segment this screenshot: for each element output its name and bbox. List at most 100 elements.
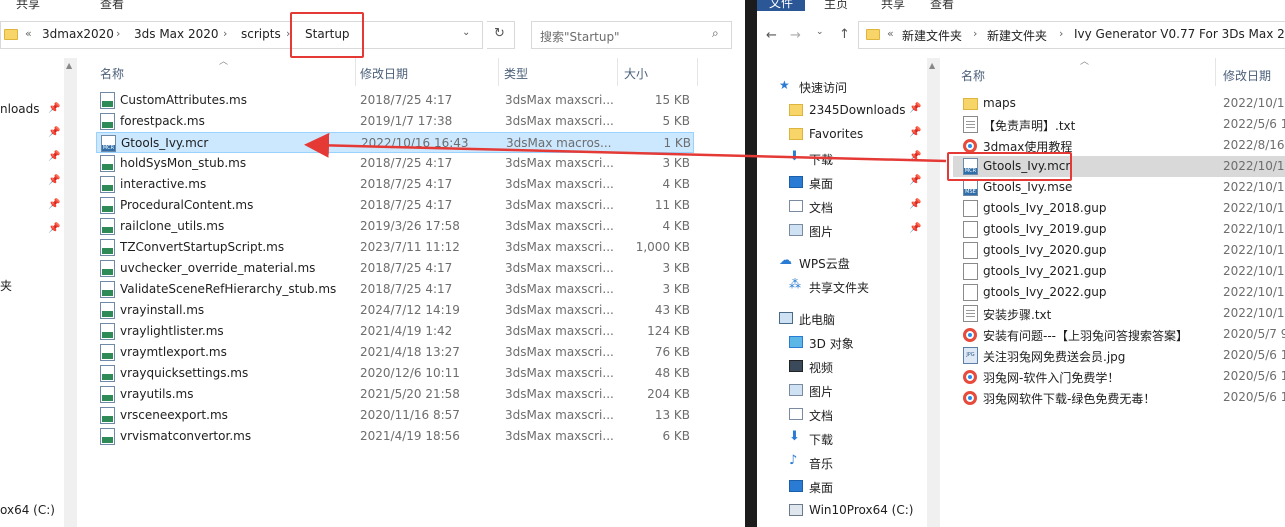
table-row[interactable]: ValidateSceneRefHierarchy_stub.ms 2018/7/… bbox=[96, 279, 694, 300]
nav-item[interactable]: 此电脑 bbox=[779, 307, 927, 331]
left-search-box[interactable]: 搜索"Startup" ⌕ bbox=[531, 21, 732, 49]
table-row[interactable]: uvchecker_override_material.ms 2018/7/25 … bbox=[96, 258, 694, 279]
table-row[interactable]: CustomAttributes.ms 2018/7/25 4:17 3dsMax … bbox=[96, 90, 694, 111]
column-size[interactable]: 大小 bbox=[624, 65, 648, 82]
search-icon[interactable]: ⌕ bbox=[712, 26, 719, 41]
nav-item[interactable]: 2345Downloads 📌 bbox=[789, 99, 927, 123]
ribbon-view-tab[interactable]: 查看 bbox=[930, 0, 954, 11]
table-row[interactable]: 羽兔网-软件入门免费学！ 2020/5/6 1 bbox=[953, 366, 1285, 387]
ribbon-share-tab[interactable]: 共享 bbox=[881, 0, 905, 11]
nav-item[interactable]: ⬇ 下载 bbox=[789, 427, 927, 451]
nav-item-drive[interactable]: ox64 (C:) bbox=[0, 503, 55, 517]
table-row[interactable]: vrayquicksettings.ms 2020/12/6 10:11 3dsMa… bbox=[96, 363, 694, 384]
table-row[interactable]: gtools_Ivy_2021.gup 2022/10/16 bbox=[953, 261, 1285, 282]
column-date[interactable]: 修改日期 bbox=[360, 65, 408, 82]
table-row[interactable]: forestpack.ms 2019/1/7 17:38 3dsMax maxscr… bbox=[96, 111, 694, 132]
column-type[interactable]: 类型 bbox=[504, 65, 528, 82]
nav-item-partial[interactable]: 夹 bbox=[0, 277, 12, 294]
table-row[interactable]: gtools_Ivy_2022.gup 2022/10/16 bbox=[953, 282, 1285, 303]
chevron-right-icon[interactable]: › bbox=[223, 27, 227, 40]
address-segment-3dmax2020[interactable]: 3dmax2020 bbox=[42, 27, 114, 41]
left-address-bar[interactable]: « 3dmax2020 › 3ds Max 2020 › scripts › S… bbox=[0, 21, 483, 49]
table-row[interactable]: gtools_Ivy_2018.gup 2022/10/16 bbox=[953, 198, 1285, 219]
nav-item[interactable]: 3D 对象 bbox=[789, 331, 927, 355]
address-segment-scripts[interactable]: scripts bbox=[241, 27, 281, 41]
nav-item[interactable]: 桌面 📌 bbox=[789, 171, 927, 195]
nav-item[interactable]: 图片 bbox=[789, 379, 927, 403]
chevron-right-icon[interactable]: › bbox=[116, 27, 120, 40]
table-row[interactable]: ProceduralContent.ms 2018/7/25 4:17 3dsMax… bbox=[96, 195, 694, 216]
pin-icon[interactable]: 📌 bbox=[909, 223, 921, 234]
table-row[interactable]: interactive.ms 2018/7/25 4:17 3dsMax maxsc… bbox=[96, 174, 694, 195]
table-row[interactable]: 安装步骤.txt 2022/10/16 bbox=[953, 303, 1285, 324]
table-row[interactable]: maps 2022/10/16 bbox=[953, 93, 1285, 114]
ribbon-view-tab[interactable]: 查看 bbox=[100, 0, 124, 11]
recent-dropdown-icon[interactable]: ⌄ bbox=[816, 27, 824, 37]
table-row[interactable]: gtools_Ivy_2019.gup 2022/10/16 bbox=[953, 219, 1285, 240]
pin-icon[interactable]: 📌 bbox=[48, 175, 60, 186]
ribbon-file-tab[interactable]: 文件 bbox=[757, 0, 806, 11]
table-row[interactable]: railclone_utils.ms 2019/3/26 17:58 3dsMax … bbox=[96, 216, 694, 237]
table-row[interactable]: gtools_Ivy_2020.gup 2022/10/16 bbox=[953, 240, 1285, 261]
nav-item[interactable]: 图片 📌 bbox=[789, 219, 927, 243]
nav-scrollbar[interactable]: ▲ bbox=[927, 58, 940, 527]
nav-item[interactable]: ⁂ 共享文件夹 bbox=[789, 275, 927, 299]
table-row[interactable]: vraylightlister.ms 2021/4/19 1:42 3dsMax m… bbox=[96, 321, 694, 342]
pin-icon[interactable]: 📌 bbox=[909, 127, 921, 138]
pin-icon[interactable]: 📌 bbox=[909, 151, 921, 162]
pin-icon[interactable]: 📌 bbox=[48, 103, 60, 114]
table-row[interactable]: 关注羽兔网免费送会员.jpg 2020/5/6 1 bbox=[953, 345, 1285, 366]
pin-icon[interactable]: 📌 bbox=[48, 199, 60, 210]
back-arrow-icon[interactable]: ← bbox=[766, 28, 777, 43]
table-row[interactable]: vrayutils.ms 2021/5/20 21:58 3dsMax maxscr… bbox=[96, 384, 694, 405]
scroll-up-icon[interactable]: ▲ bbox=[66, 61, 72, 70]
pin-icon[interactable]: 📌 bbox=[48, 151, 60, 162]
table-row[interactable]: vrvismatconvertor.ms 2021/4/19 18:56 3dsMa… bbox=[96, 426, 694, 447]
table-row[interactable]: 安装有问题---【上羽兔问答搜索答案】 2020/5/7 9 bbox=[953, 324, 1285, 345]
chevron-right-icon[interactable]: › bbox=[973, 27, 977, 40]
column-name[interactable]: 名称 bbox=[100, 65, 124, 82]
table-row[interactable]: vrayinstall.ms 2024/7/12 14:19 3dsMax maxs… bbox=[96, 300, 694, 321]
address-overflow[interactable]: « bbox=[887, 27, 894, 40]
table-row[interactable]: vrsceneexport.ms 2020/11/16 8:57 3dsMax ma… bbox=[96, 405, 694, 426]
pin-icon[interactable]: 📌 bbox=[909, 175, 921, 186]
pin-icon[interactable]: 📌 bbox=[48, 223, 60, 234]
table-row[interactable]: Gtools_Ivy.mcr 2022/10/16 16:43 3dsMax mac… bbox=[96, 132, 694, 153]
nav-item[interactable]: 视频 bbox=[789, 355, 927, 379]
address-segment-ivy-generator[interactable]: Ivy Generator V0.77 For 3Ds Max 20 bbox=[1074, 27, 1285, 41]
table-row[interactable]: TZConvertStartupScript.ms 2023/7/11 11:12… bbox=[96, 237, 694, 258]
table-row[interactable]: holdSysMon_stub.ms 2018/7/25 4:17 3dsMax m… bbox=[96, 153, 694, 174]
table-row[interactable]: 羽兔网软件下载-绿色免费无毒！ 2020/5/6 1 bbox=[953, 387, 1285, 408]
up-arrow-icon[interactable]: ↑ bbox=[839, 27, 850, 42]
address-segment-newfolder-2[interactable]: 新建文件夹 bbox=[987, 27, 1047, 44]
pin-icon[interactable]: 📌 bbox=[909, 199, 921, 210]
scroll-up-icon[interactable]: ▲ bbox=[929, 61, 935, 70]
nav-scrollbar[interactable]: ▲ bbox=[64, 58, 77, 527]
nav-item[interactable]: Win10Prox64 (C:) bbox=[789, 499, 927, 523]
column-date[interactable]: 修改日期 bbox=[1223, 67, 1271, 84]
forward-arrow-icon[interactable]: → bbox=[790, 28, 801, 43]
nav-item[interactable]: Favorites 📌 bbox=[789, 123, 927, 147]
chevron-right-icon[interactable]: › bbox=[1059, 27, 1063, 40]
address-segment-3dsmax2020[interactable]: 3ds Max 2020 bbox=[134, 27, 218, 41]
nav-item[interactable]: ⬇ 下载 📌 bbox=[789, 147, 927, 171]
nav-item[interactable]: ☁ WPS云盘 bbox=[779, 251, 927, 275]
ribbon-home-tab[interactable]: 主页 bbox=[824, 0, 848, 11]
nav-item[interactable]: 桌面 bbox=[789, 475, 927, 499]
table-row[interactable]: 【免责声明】.txt 2022/5/6 1 bbox=[953, 114, 1285, 135]
nav-item[interactable]: ★ 快速访问 bbox=[779, 75, 927, 99]
right-address-bar[interactable]: « 新建文件夹 › 新建文件夹 › Ivy Generator V0.77 Fo… bbox=[858, 21, 1285, 49]
nav-item[interactable]: ♪ 音乐 bbox=[789, 451, 927, 475]
table-row[interactable]: vraymtlexport.ms 2021/4/18 13:27 3dsMax ma… bbox=[96, 342, 694, 363]
chevron-down-icon[interactable]: ⌄ bbox=[462, 27, 470, 38]
refresh-button[interactable]: ↻ bbox=[487, 21, 515, 49]
pin-icon[interactable]: 📌 bbox=[909, 103, 921, 114]
address-overflow[interactable]: « bbox=[25, 27, 32, 40]
nav-item-downloads[interactable]: nloads bbox=[0, 102, 40, 116]
nav-item[interactable]: 文档 bbox=[789, 403, 927, 427]
address-segment-newfolder-1[interactable]: 新建文件夹 bbox=[902, 27, 962, 44]
ribbon-share-tab[interactable]: 共享 bbox=[16, 0, 40, 11]
column-name[interactable]: 名称 bbox=[961, 67, 985, 84]
pin-icon[interactable]: 📌 bbox=[48, 127, 60, 138]
nav-item[interactable]: 文档 📌 bbox=[789, 195, 927, 219]
